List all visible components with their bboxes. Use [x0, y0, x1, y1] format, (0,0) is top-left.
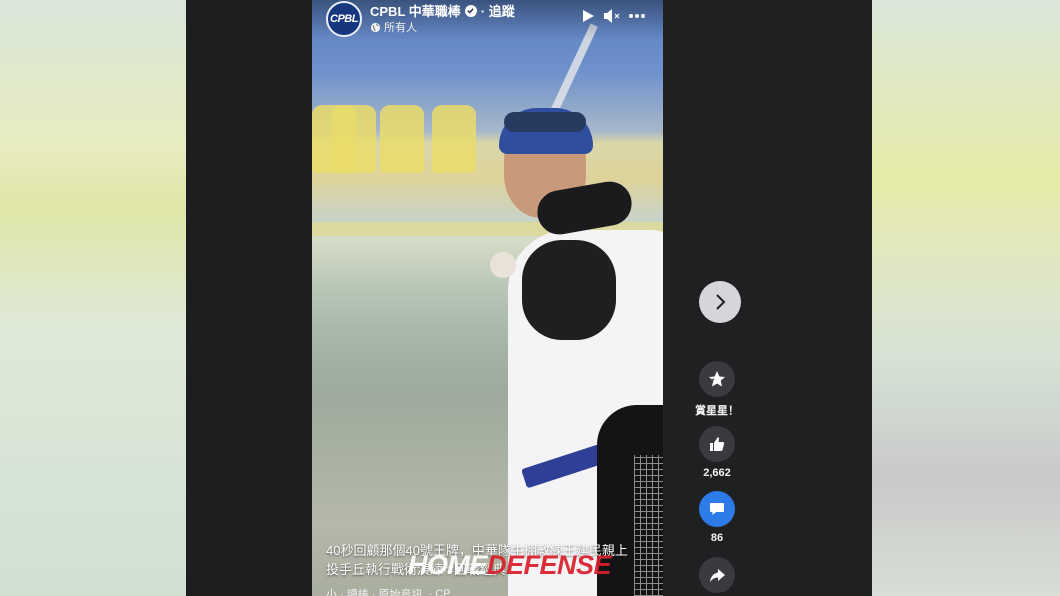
- audience-label: 所有人: [384, 22, 417, 34]
- comment-icon: [710, 503, 724, 515]
- page-name-link[interactable]: CPBL 中華職棒: [370, 1, 461, 20]
- mute-button[interactable]: [602, 6, 622, 26]
- audio-label: 小 · 讀棒 · 原始音訊: [326, 589, 423, 596]
- share-icon: [710, 569, 725, 582]
- like-button[interactable]: [699, 426, 735, 462]
- reels-viewer: CPBL CPBL 中華職棒 · 追蹤 所有人 40秒回顧那個40號王牌，中華隊…: [0, 0, 1060, 596]
- stadium-seats: [312, 105, 502, 175]
- share-button[interactable]: [699, 557, 735, 593]
- like-count: 2,662: [703, 467, 731, 479]
- play-icon: [583, 10, 594, 22]
- avatar-logo-text: CPBL: [330, 13, 358, 25]
- verified-badge-icon: [464, 4, 477, 17]
- play-button[interactable]: [578, 6, 598, 26]
- page-header: CPBL 中華職棒 · 追蹤: [370, 1, 515, 20]
- baseball: [490, 252, 516, 278]
- home-defense-watermark: HOMEDEFENSE: [408, 550, 612, 580]
- blurred-background-left: [0, 0, 186, 596]
- comment-button[interactable]: [699, 491, 735, 527]
- audio-tail: · CP: [428, 588, 451, 596]
- stars-button[interactable]: [699, 361, 735, 397]
- blurred-background-right: [872, 0, 1060, 596]
- mute-icon: [604, 9, 620, 23]
- chevron-right-icon: [716, 294, 726, 310]
- stars-label: 賞星星！: [695, 405, 739, 417]
- reel-video[interactable]: [312, 0, 663, 596]
- more-options-button[interactable]: [627, 6, 647, 26]
- star-icon: [709, 371, 725, 387]
- globe-icon: [370, 22, 381, 32]
- thumbs-up-icon: [710, 437, 725, 451]
- more-icon: [629, 14, 645, 18]
- next-reel-button[interactable]: [699, 281, 741, 323]
- comment-count: 86: [710, 532, 724, 544]
- audio-info[interactable]: 小 · 讀棒 · 原始音訊 · CP: [326, 586, 451, 596]
- audience-info: 所有人: [370, 19, 417, 35]
- follow-button[interactable]: · 追蹤: [481, 1, 515, 20]
- page-avatar[interactable]: CPBL: [326, 1, 362, 37]
